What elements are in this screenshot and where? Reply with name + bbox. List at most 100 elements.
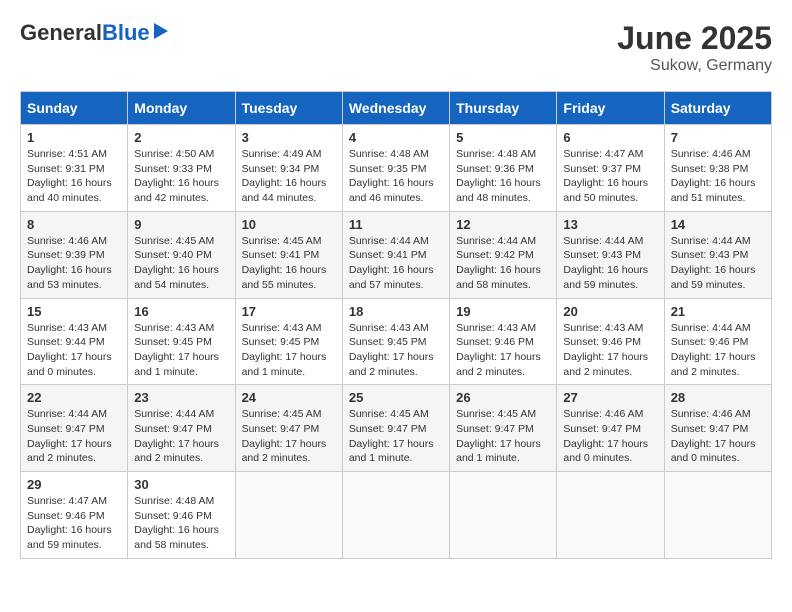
day-number: 10	[242, 217, 336, 232]
day-info: Sunrise: 4:44 AM Sunset: 9:43 PM Dayligh…	[671, 234, 765, 293]
day-number: 27	[563, 390, 657, 405]
table-row: 9Sunrise: 4:45 AM Sunset: 9:40 PM Daylig…	[128, 211, 235, 298]
day-number: 8	[27, 217, 121, 232]
header-saturday: Saturday	[664, 92, 771, 125]
table-row: 29Sunrise: 4:47 AM Sunset: 9:46 PM Dayli…	[21, 472, 128, 559]
header-thursday: Thursday	[450, 92, 557, 125]
day-number: 4	[349, 130, 443, 145]
day-number: 5	[456, 130, 550, 145]
day-info: Sunrise: 4:44 AM Sunset: 9:41 PM Dayligh…	[349, 234, 443, 293]
month-title: June 2025	[617, 20, 772, 57]
day-number: 12	[456, 217, 550, 232]
day-info: Sunrise: 4:45 AM Sunset: 9:47 PM Dayligh…	[456, 407, 550, 466]
table-row: 17 Sunrise: 4:43 AM Sunset: 9:45 PM Dayli…	[235, 298, 342, 385]
header-friday: Friday	[557, 92, 664, 125]
day-number: 2	[134, 130, 228, 145]
calendar-week-row: 29Sunrise: 4:47 AM Sunset: 9:46 PM Dayli…	[21, 472, 772, 559]
table-row: 15 Sunrise: 4:43 AM Sunset: 9:44 PM Dayli…	[21, 298, 128, 385]
logo-general-text: General	[20, 20, 102, 46]
day-info: Sunrise: 4:48 AM Sunset: 9:46 PM Dayligh…	[134, 494, 228, 553]
table-row	[450, 472, 557, 559]
day-info: Sunrise: 4:44 AM Sunset: 9:43 PM Dayligh…	[563, 234, 657, 293]
day-info: Sunrise: 4:43 AM Sunset: 9:45 PM Dayligh…	[134, 321, 228, 380]
day-number: 9	[134, 217, 228, 232]
day-number: 26	[456, 390, 550, 405]
header-tuesday: Tuesday	[235, 92, 342, 125]
day-info: Sunrise: 4:50 AM Sunset: 9:33 PM Dayligh…	[134, 147, 228, 206]
table-row: 16Sunrise: 4:43 AM Sunset: 9:45 PM Dayli…	[128, 298, 235, 385]
day-info: Sunrise: 4:45 AM Sunset: 9:41 PM Dayligh…	[242, 234, 336, 293]
header-monday: Monday	[128, 92, 235, 125]
logo: General Blue	[20, 20, 168, 46]
day-number: 13	[563, 217, 657, 232]
table-row: 20Sunrise: 4:43 AM Sunset: 9:46 PM Dayli…	[557, 298, 664, 385]
day-number: 30	[134, 477, 228, 492]
table-row: 8 Sunrise: 4:46 AM Sunset: 9:39 PM Daylig…	[21, 211, 128, 298]
table-row: 23 Sunrise: 4:44 AM Sunset: 9:47 PM Dayli…	[128, 385, 235, 472]
title-block: June 2025 Sukow, Germany	[617, 20, 772, 75]
day-info: Sunrise: 4:44 AM Sunset: 9:42 PM Dayligh…	[456, 234, 550, 293]
header-wednesday: Wednesday	[342, 92, 449, 125]
day-info: Sunrise: 4:46 AM Sunset: 9:47 PM Dayligh…	[671, 407, 765, 466]
day-info: Sunrise: 4:46 AM Sunset: 9:38 PM Dayligh…	[671, 147, 765, 206]
day-info: Sunrise: 4:43 AM Sunset: 9:45 PM Dayligh…	[349, 321, 443, 380]
day-info: Sunrise: 4:44 AM Sunset: 9:47 PM Dayligh…	[27, 407, 121, 466]
day-info: Sunrise: 4:43 AM Sunset: 9:46 PM Dayligh…	[456, 321, 550, 380]
table-row: 30 Sunrise: 4:48 AM Sunset: 9:46 PM Dayli…	[128, 472, 235, 559]
day-number: 28	[671, 390, 765, 405]
day-info: Sunrise: 4:46 AM Sunset: 9:39 PM Dayligh…	[27, 234, 121, 293]
logo-blue-text: Blue	[102, 20, 150, 46]
day-info: Sunrise: 4:46 AM Sunset: 9:47 PM Dayligh…	[563, 407, 657, 466]
table-row: 12 Sunrise: 4:44 AM Sunset: 9:42 PM Dayli…	[450, 211, 557, 298]
day-info: Sunrise: 4:44 AM Sunset: 9:47 PM Dayligh…	[134, 407, 228, 466]
table-row: 24 Sunrise: 4:45 AM Sunset: 9:47 PM Dayli…	[235, 385, 342, 472]
table-row: 4 Sunrise: 4:48 AM Sunset: 9:35 PM Daylig…	[342, 125, 449, 212]
day-number: 14	[671, 217, 765, 232]
table-row: 7 Sunrise: 4:46 AM Sunset: 9:38 PM Daylig…	[664, 125, 771, 212]
day-number: 7	[671, 130, 765, 145]
day-info: Sunrise: 4:44 AM Sunset: 9:46 PM Dayligh…	[671, 321, 765, 380]
day-number: 19	[456, 304, 550, 319]
table-row: 19 Sunrise: 4:43 AM Sunset: 9:46 PM Dayli…	[450, 298, 557, 385]
day-info: Sunrise: 4:47 AM Sunset: 9:37 PM Dayligh…	[563, 147, 657, 206]
day-info: Sunrise: 4:45 AM Sunset: 9:47 PM Dayligh…	[242, 407, 336, 466]
day-number: 11	[349, 217, 443, 232]
table-row	[342, 472, 449, 559]
table-row: 3 Sunrise: 4:49 AM Sunset: 9:34 PM Daylig…	[235, 125, 342, 212]
calendar-header-row: Sunday Monday Tuesday Wednesday Thursday…	[21, 92, 772, 125]
calendar-week-row: 15 Sunrise: 4:43 AM Sunset: 9:44 PM Dayli…	[21, 298, 772, 385]
table-row	[664, 472, 771, 559]
day-info: Sunrise: 4:48 AM Sunset: 9:36 PM Dayligh…	[456, 147, 550, 206]
table-row: 14 Sunrise: 4:44 AM Sunset: 9:43 PM Dayli…	[664, 211, 771, 298]
day-info: Sunrise: 4:45 AM Sunset: 9:47 PM Dayligh…	[349, 407, 443, 466]
day-number: 24	[242, 390, 336, 405]
table-row: 28 Sunrise: 4:46 AM Sunset: 9:47 PM Dayli…	[664, 385, 771, 472]
location-subtitle: Sukow, Germany	[617, 57, 772, 75]
table-row	[557, 472, 664, 559]
day-number: 1	[27, 130, 121, 145]
table-row: 2 Sunrise: 4:50 AM Sunset: 9:33 PM Daylig…	[128, 125, 235, 212]
calendar-table: Sunday Monday Tuesday Wednesday Thursday…	[20, 91, 772, 559]
table-row: 27 Sunrise: 4:46 AM Sunset: 9:47 PM Dayli…	[557, 385, 664, 472]
day-number: 22	[27, 390, 121, 405]
table-row: 11 Sunrise: 4:44 AM Sunset: 9:41 PM Dayli…	[342, 211, 449, 298]
calendar-week-row: 8 Sunrise: 4:46 AM Sunset: 9:39 PM Daylig…	[21, 211, 772, 298]
day-number: 6	[563, 130, 657, 145]
day-info: Sunrise: 4:43 AM Sunset: 9:45 PM Dayligh…	[242, 321, 336, 380]
day-info: Sunrise: 4:51 AM Sunset: 9:31 PM Dayligh…	[27, 147, 121, 206]
table-row: 25Sunrise: 4:45 AM Sunset: 9:47 PM Dayli…	[342, 385, 449, 472]
day-number: 21	[671, 304, 765, 319]
day-info: Sunrise: 4:48 AM Sunset: 9:35 PM Dayligh…	[349, 147, 443, 206]
table-row: 21 Sunrise: 4:44 AM Sunset: 9:46 PM Dayli…	[664, 298, 771, 385]
day-number: 3	[242, 130, 336, 145]
day-info: Sunrise: 4:43 AM Sunset: 9:44 PM Dayligh…	[27, 321, 121, 380]
logo-arrow-icon	[154, 23, 168, 39]
calendar-week-row: 1 Sunrise: 4:51 AM Sunset: 9:31 PM Daylig…	[21, 125, 772, 212]
day-info: Sunrise: 4:47 AM Sunset: 9:46 PM Dayligh…	[27, 494, 121, 553]
day-number: 17	[242, 304, 336, 319]
day-info: Sunrise: 4:49 AM Sunset: 9:34 PM Dayligh…	[242, 147, 336, 206]
day-number: 23	[134, 390, 228, 405]
day-number: 15	[27, 304, 121, 319]
header-sunday: Sunday	[21, 92, 128, 125]
page-header: General Blue June 2025 Sukow, Germany	[20, 20, 772, 75]
